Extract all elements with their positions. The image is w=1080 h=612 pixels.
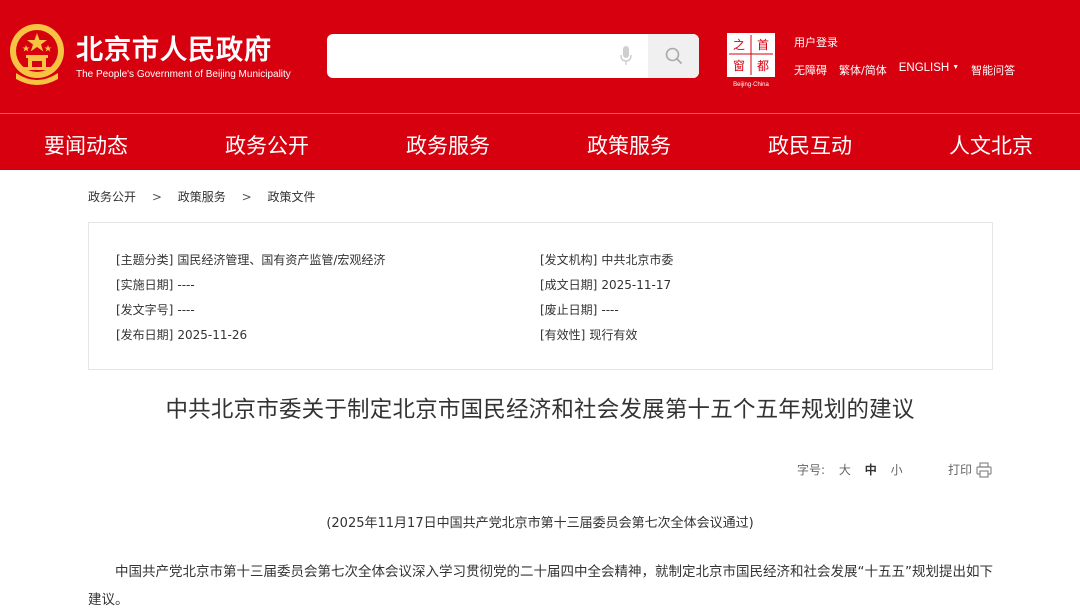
- meta-repeal-date: [废止日期] ----: [540, 301, 619, 318]
- meta-written-date: [成文日期] 2025-11-17: [540, 276, 671, 293]
- logo-char-3: 窗: [733, 59, 745, 73]
- nav-item-policy-services[interactable]: 政策服务: [587, 130, 671, 160]
- print-label: 打印: [948, 463, 973, 477]
- search-input[interactable]: [327, 34, 627, 78]
- breadcrumb-policy-services[interactable]: 政策服务: [178, 190, 226, 204]
- meta-label: [有效性]: [540, 328, 586, 342]
- search-button[interactable]: [648, 34, 699, 78]
- nav-item-gov-services[interactable]: 政务服务: [406, 130, 490, 160]
- english-link[interactable]: ENGLISH ▼: [899, 62, 959, 78]
- font-size-label: 字号:: [797, 463, 826, 477]
- meta-value: ----: [177, 303, 195, 317]
- font-size-large-button[interactable]: 大: [839, 463, 851, 477]
- meta-doc-number: [发文字号] ----: [116, 301, 195, 318]
- search-box: [327, 34, 699, 78]
- top-links: 无障碍 繁体/简体 ENGLISH ▼ 智能问答: [794, 62, 1015, 78]
- meta-topic: [主题分类] 国民经济管理、国有资产监管/宏观经济: [116, 251, 385, 268]
- meta-label: [废止日期]: [540, 303, 598, 317]
- header-divider: [0, 113, 1080, 114]
- meta-label: [实施日期]: [116, 278, 174, 292]
- breadcrumb-separator: >: [151, 190, 162, 204]
- breadcrumb-gov-affairs[interactable]: 政务公开: [88, 190, 136, 204]
- font-size-medium-button[interactable]: 中: [865, 463, 877, 477]
- traditional-simplified-toggle[interactable]: 繁体/简体: [839, 62, 887, 78]
- site-title[interactable]: 北京市人民政府: [76, 28, 272, 67]
- article-title: 中共北京市委关于制定北京市国民经济和社会发展第十五个五年规划的建议: [165, 397, 915, 423]
- site-header: 北京市人民政府 The People's Government of Beiji…: [0, 0, 1080, 170]
- main-nav: 要闻动态 政务公开 政务服务 政策服务 政民互动 人文北京: [0, 120, 1080, 170]
- breadcrumb: 政务公开 > 政策服务 > 政策文件: [88, 188, 315, 205]
- meta-value: ----: [601, 303, 619, 317]
- print-button[interactable]: 打印: [948, 461, 992, 478]
- meta-value: 中共北京市委: [601, 253, 674, 267]
- font-size-control: 字号: 大 中 小: [797, 461, 903, 478]
- meta-label: [发文字号]: [116, 303, 174, 317]
- search-icon: [665, 47, 682, 65]
- meta-value: 现行有效: [589, 328, 638, 342]
- national-emblem-icon[interactable]: [6, 21, 68, 89]
- accessibility-link[interactable]: 无障碍: [794, 62, 827, 78]
- nav-item-culture[interactable]: 人文北京: [949, 130, 1033, 160]
- nav-item-news[interactable]: 要闻动态: [44, 130, 128, 160]
- meta-effective-date: [实施日期] ----: [116, 276, 195, 293]
- meta-value: 2025-11-26: [177, 328, 248, 342]
- article-paragraph: 中国共产党北京市第十三届委员会第七次全体会议深入学习贯彻党的二十届四中全会精神，…: [88, 564, 993, 608]
- user-login-link[interactable]: 用户登录: [794, 34, 838, 50]
- smart-qa-link[interactable]: 智能问答: [971, 62, 1015, 78]
- caret-down-icon: ▼: [952, 64, 960, 71]
- meta-label: [发文机构]: [540, 253, 598, 267]
- logo-caption: Beijing·China: [733, 82, 769, 88]
- meta-issuer: [发文机构] 中共北京市委: [540, 251, 673, 268]
- english-label: ENGLISH: [898, 62, 950, 74]
- logo-char-4: 都: [757, 59, 769, 73]
- font-size-small-button[interactable]: 小: [891, 463, 903, 477]
- breadcrumb-policy-documents[interactable]: 政策文件: [267, 190, 315, 204]
- nav-item-interaction[interactable]: 政民互动: [768, 130, 852, 160]
- meta-label: [成文日期]: [540, 278, 598, 292]
- meta-value: 国民经济管理、国有资产监管/宏观经济: [177, 253, 386, 267]
- logo-char-2: 首: [757, 38, 769, 52]
- nav-item-gov-affairs[interactable]: 政务公开: [225, 130, 309, 160]
- breadcrumb-separator: >: [241, 190, 252, 204]
- printer-icon: [976, 461, 992, 478]
- capital-window-logo[interactable]: 之 首 窗 都 Beijing·China: [726, 32, 776, 88]
- meta-label: [发布日期]: [116, 328, 174, 342]
- capital-window-icon: 之 首 窗 都 Beijing·China: [727, 33, 775, 88]
- adopted-note: (2025年11月17日中国共产党北京市第十三届委员会第七次全体会议通过): [326, 516, 754, 531]
- meta-label: [主题分类]: [116, 253, 174, 267]
- meta-value: ----: [177, 278, 195, 292]
- meta-validity: [有效性] 现行有效: [540, 326, 637, 343]
- meta-value: 2025-11-17: [601, 278, 672, 292]
- logo-char-1: 之: [733, 38, 745, 52]
- microphone-icon[interactable]: [620, 46, 632, 66]
- site-subtitle: The People's Government of Beijing Munic…: [76, 69, 291, 80]
- document-meta-box: [主题分类] 国民经济管理、国有资产监管/宏观经济 [实施日期] ---- [发文字…: [88, 222, 993, 370]
- meta-publish-date: [发布日期] 2025-11-26: [116, 326, 247, 343]
